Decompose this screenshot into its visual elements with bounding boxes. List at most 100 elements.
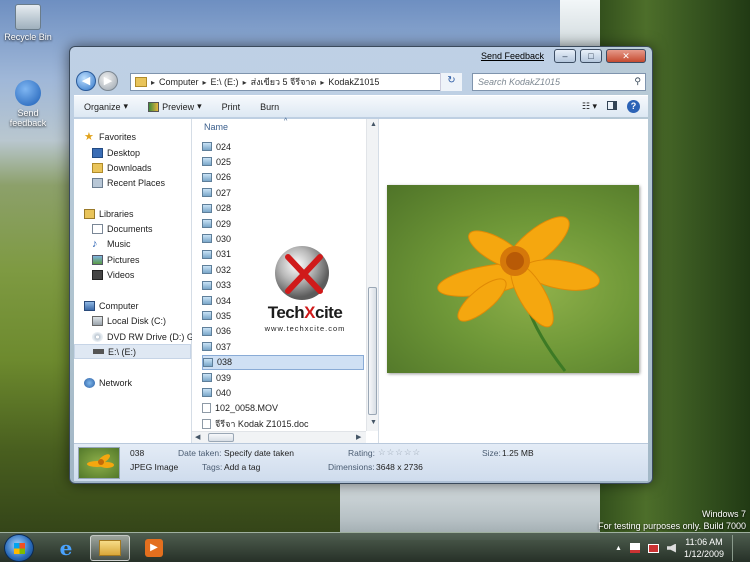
maximize-button[interactable]: □ bbox=[580, 49, 602, 63]
taskbar-media-player[interactable]: ▶ bbox=[134, 535, 174, 561]
media-player-icon: ▶ bbox=[145, 539, 163, 557]
nav-music[interactable]: ♪ Music bbox=[92, 236, 131, 251]
taskbar-windows-explorer[interactable] bbox=[90, 535, 130, 561]
size-value: 1.25 MB bbox=[502, 448, 534, 458]
size-label: Size: bbox=[482, 448, 501, 458]
nav-e-drive[interactable]: E:\ (E:) bbox=[74, 344, 191, 359]
back-button[interactable]: ◀ bbox=[76, 71, 96, 91]
close-button[interactable]: ✕ bbox=[606, 49, 646, 63]
clock[interactable]: 11:06 AM 1/12/2009 bbox=[684, 536, 724, 560]
view-icon: ☷ bbox=[581, 101, 590, 111]
nav-favorites[interactable]: ★ Favorites bbox=[84, 129, 136, 144]
network-status-icon[interactable] bbox=[647, 543, 659, 553]
windows-build-watermark: Windows 7 For testing purposes only. Bui… bbox=[598, 508, 746, 532]
rating-stars[interactable]: ☆☆☆☆☆ bbox=[378, 447, 421, 458]
clock-date: 1/12/2009 bbox=[683, 549, 724, 559]
tags-value[interactable]: Add a tag bbox=[224, 462, 260, 472]
print-button[interactable]: Print bbox=[212, 102, 251, 112]
recent-places-icon bbox=[92, 177, 103, 188]
nav-label: E:\ (E:) bbox=[108, 346, 137, 357]
desktop-icon-send-feedback[interactable]: Send feedback bbox=[4, 80, 52, 128]
start-button[interactable] bbox=[4, 534, 34, 562]
windows-version-text: Windows 7 bbox=[701, 509, 746, 519]
burn-button[interactable]: Burn bbox=[250, 102, 289, 112]
nav-desktop[interactable]: Desktop bbox=[92, 145, 140, 160]
file-name: 027 bbox=[216, 187, 232, 198]
scroll-up-icon[interactable]: ▲ bbox=[370, 121, 377, 128]
breadcrumb-computer[interactable]: Computer bbox=[159, 77, 199, 87]
organize-button[interactable]: Organize ▾ bbox=[74, 101, 138, 112]
file-row[interactable]: 029 bbox=[202, 216, 364, 231]
preview-button[interactable]: Preview ▾ bbox=[138, 101, 212, 112]
name-column-header[interactable]: Name ^ bbox=[192, 118, 366, 135]
send-feedback-icon bbox=[15, 80, 41, 106]
show-hidden-icons-button[interactable]: ▲ bbox=[615, 545, 622, 552]
refresh-button[interactable]: ↻ bbox=[440, 73, 462, 91]
file-row[interactable]: จีรีจา Kodak Z1015.doc bbox=[202, 416, 364, 431]
date-taken-value[interactable]: Specify date taken bbox=[224, 448, 294, 458]
vertical-scroll-thumb[interactable] bbox=[368, 287, 377, 415]
file-name: 024 bbox=[216, 141, 232, 152]
preview-pane-button[interactable] bbox=[607, 101, 617, 112]
file-name: 036 bbox=[216, 326, 232, 337]
taskbar: e ▶ ▲ 11:06 AM 1/12/2009 bbox=[0, 532, 750, 562]
scroll-down-icon[interactable]: ▼ bbox=[370, 419, 377, 426]
jpeg-file-icon bbox=[203, 357, 213, 367]
file-row[interactable]: 026 bbox=[202, 170, 364, 185]
nav-local-disk[interactable]: Local Disk (C:) bbox=[92, 313, 166, 328]
scroll-left-icon[interactable]: ◀ bbox=[195, 433, 200, 441]
file-row[interactable]: 024 bbox=[202, 139, 364, 154]
nav-videos[interactable]: Videos bbox=[92, 267, 134, 282]
videos-icon bbox=[92, 269, 103, 280]
breadcrumb-kodak-folder[interactable]: KodakZ1015 bbox=[328, 77, 379, 87]
nav-computer[interactable]: Computer bbox=[84, 298, 139, 313]
horizontal-scroll-thumb[interactable] bbox=[208, 433, 234, 442]
minimize-button[interactable]: – bbox=[554, 49, 576, 63]
file-row[interactable]: 037 bbox=[202, 339, 364, 354]
file-name: 102_0058.MOV bbox=[215, 403, 279, 414]
file-row[interactable]: 027 bbox=[202, 185, 364, 200]
nav-documents[interactable]: Documents bbox=[92, 221, 153, 236]
nav-dvd-drive[interactable]: DVD RW Drive (D:) G bbox=[92, 329, 194, 344]
file-name: 035 bbox=[216, 310, 232, 321]
file-name: 033 bbox=[216, 280, 232, 291]
file-row[interactable]: 028 bbox=[202, 201, 364, 216]
forward-button[interactable]: ▶ bbox=[98, 71, 118, 91]
breadcrumb-thai-folder[interactable]: ส่งเขียว 5 จีรีจาด bbox=[251, 75, 317, 89]
nav-network[interactable]: Network bbox=[84, 375, 132, 390]
horizontal-scrollbar[interactable]: ◀ ▶ bbox=[192, 431, 366, 443]
file-row[interactable]: 040 bbox=[202, 385, 364, 400]
volume-icon[interactable] bbox=[666, 543, 676, 553]
address-bar[interactable]: ▸ Computer ▸ E:\ (E:) ▸ ส่งเขียว 5 จีรีจ… bbox=[130, 73, 452, 91]
toolbar-right: ☷ ▾ ? bbox=[582, 100, 648, 113]
nav-libraries[interactable]: Libraries bbox=[84, 206, 134, 221]
brand-x: X bbox=[304, 303, 315, 322]
view-options-button[interactable]: ☷ ▾ bbox=[582, 101, 597, 112]
rating-label: Rating: bbox=[348, 448, 375, 458]
file-row[interactable]: 102_0058.MOV bbox=[202, 401, 364, 416]
techxcite-watermark: TechXcite www.techxcite.com bbox=[250, 243, 360, 337]
desktop-icon-recycle-bin[interactable]: Recycle Bin bbox=[4, 4, 52, 42]
nav-recent-places[interactable]: Recent Places bbox=[92, 175, 165, 190]
action-center-icon[interactable] bbox=[629, 543, 640, 553]
file-row[interactable]: 038 bbox=[202, 354, 364, 370]
back-arrow-icon: ◀ bbox=[81, 75, 91, 87]
downloads-folder-icon bbox=[92, 162, 103, 173]
file-row[interactable]: 039 bbox=[202, 370, 364, 385]
jpeg-file-icon bbox=[202, 142, 212, 151]
jpeg-file-icon bbox=[202, 234, 212, 244]
scroll-right-icon[interactable]: ▶ bbox=[356, 433, 361, 441]
nav-downloads[interactable]: Downloads bbox=[92, 160, 152, 175]
show-desktop-button[interactable] bbox=[732, 535, 742, 561]
help-icon[interactable]: ? bbox=[627, 100, 640, 113]
preview-pane bbox=[378, 119, 648, 443]
breadcrumb-e-drive[interactable]: E:\ (E:) bbox=[211, 77, 239, 87]
vertical-scrollbar[interactable]: ▲ ▼ bbox=[366, 119, 378, 431]
explorer-window[interactable]: Send Feedback – □ ✕ ◀ ▶ ▸ Computer ▸ E:\… bbox=[69, 46, 653, 484]
search-input[interactable]: Search KodakZ1015 ⚲ bbox=[472, 73, 646, 91]
file-row[interactable]: 025 bbox=[202, 154, 364, 169]
send-feedback-link[interactable]: Send Feedback bbox=[481, 51, 544, 61]
nav-pictures[interactable]: Pictures bbox=[92, 252, 140, 267]
techxcite-url: www.techxcite.com bbox=[264, 324, 346, 333]
taskbar-internet-explorer[interactable]: e bbox=[46, 535, 86, 561]
